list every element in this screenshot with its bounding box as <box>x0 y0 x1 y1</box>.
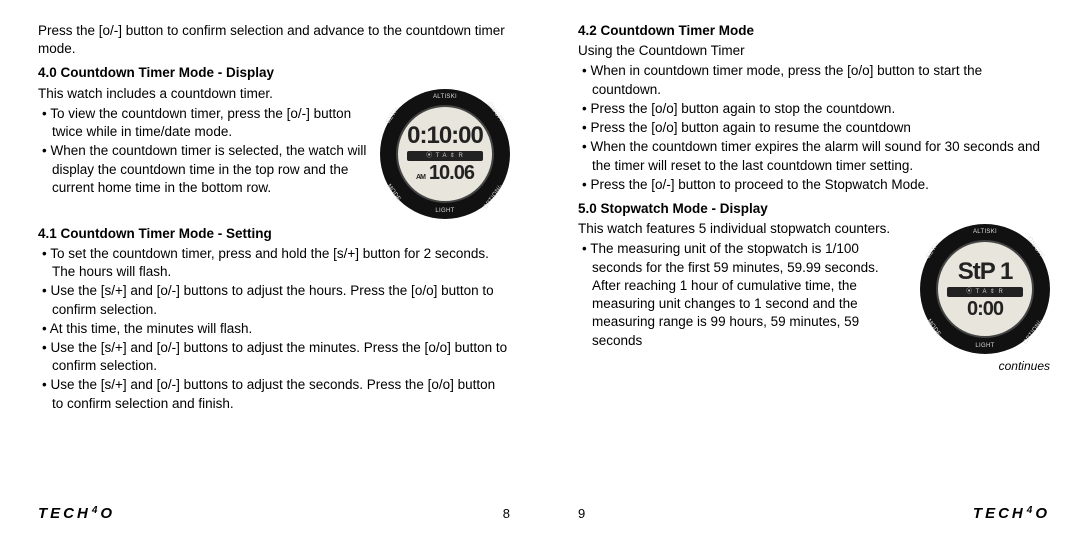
heading-4-0: 4.0 Countdown Timer Mode - Display <box>38 64 510 82</box>
intro-text: Press the [o/-] button to confirm select… <box>38 22 510 58</box>
brand-logo: TECH4O <box>973 504 1050 524</box>
watch-face: ALTISKI LIGHT SET/+ ON/OFF MODE OPTION/-… <box>380 89 510 219</box>
watch-label-altiski: ALTISKI <box>973 228 997 236</box>
section-5-0: ALTISKI LIGHT SET/+ ON/OFF MODE OPTION/-… <box>578 220 1050 354</box>
watch-lcd-row1: 0:10:00 <box>407 124 483 148</box>
heading-5-0: 5.0 Stopwatch Mode - Display <box>578 200 1050 218</box>
section-4-1-list: To set the countdown timer, press and ho… <box>38 245 510 413</box>
watch-label-light: LIGHT <box>435 207 454 215</box>
list-item: At this time, the minutes will flash. <box>38 320 510 338</box>
watch-time-value: 10.06 <box>429 163 474 183</box>
watch-label-mode: MODE <box>925 318 943 338</box>
watch-label-set: SET/+ <box>385 105 402 125</box>
watch-lcd-row1: StP 1 <box>958 260 1013 284</box>
watch-lcd-row2: AM 10.06 <box>416 163 474 183</box>
watch-label-option: OPTION/- <box>1022 318 1045 346</box>
page-footer: TECH4O 8 <box>38 504 510 524</box>
logo-o: O <box>1035 504 1050 524</box>
list-item: Press the [o/o] button again to stop the… <box>578 100 1050 118</box>
watch-label-altiski: ALTISKI <box>433 93 457 101</box>
watch-label-mode: MODE <box>385 182 403 202</box>
watch-label-onoff: ON/OFF <box>1025 236 1046 261</box>
list-item: Use the [s/+] and [o/-] buttons to adjus… <box>38 376 510 412</box>
watch-face: ALTISKI LIGHT SET/+ ON/OFF MODE OPTION/-… <box>920 224 1050 354</box>
logo-o: O <box>100 504 115 524</box>
section-4-2-list: When in countdown timer mode, press the … <box>578 62 1050 194</box>
continues-text: continues <box>578 358 1050 374</box>
brand-logo: TECH4O <box>38 504 115 524</box>
logo-sup: 4 <box>1027 504 1036 518</box>
manual-page-left: Press the [o/-] button to confirm select… <box>0 0 540 540</box>
page-number: 8 <box>503 505 510 523</box>
heading-4-1: 4.1 Countdown Timer Mode - Setting <box>38 225 510 243</box>
watch-time-value: 0:00 <box>967 299 1003 319</box>
list-item: When in countdown timer mode, press the … <box>578 62 1050 98</box>
watch-label-set: SET/+ <box>925 241 942 261</box>
watch-am-indicator: AM <box>416 174 425 181</box>
watch-lcd: StP 1 ⦿ T A ⇕ R 0:00 <box>936 240 1034 338</box>
list-item: Use the [s/+] and [o/-] buttons to adjus… <box>38 339 510 375</box>
logo-text: TECH <box>38 504 91 524</box>
list-item: Press the [o/o] button again to resume t… <box>578 119 1050 137</box>
watch-illustration: ALTISKI LIGHT SET/+ ON/OFF MODE OPTION/-… <box>920 224 1050 354</box>
watch-lcd-band: ⦿ T A ⇕ R <box>947 287 1022 297</box>
watch-label-option: OPTION/- <box>482 182 505 210</box>
page-footer: 9 TECH4O <box>578 504 1050 524</box>
section-4-0: ALTISKI LIGHT SET/+ ON/OFF MODE OPTION/-… <box>38 85 510 219</box>
list-item: To set the countdown timer, press and ho… <box>38 245 510 281</box>
logo-text: TECH <box>973 504 1026 524</box>
logo-sup: 4 <box>92 504 101 518</box>
watch-lcd-band: ⦿ T A ⇕ R <box>407 151 482 161</box>
manual-page-right: 4.2 Countdown Timer Mode Using the Count… <box>540 0 1080 540</box>
page-body: 4.2 Countdown Timer Mode Using the Count… <box>578 22 1050 496</box>
watch-lcd: 0:10:00 ⦿ T A ⇕ R AM 10.06 <box>396 105 494 203</box>
watch-illustration: ALTISKI LIGHT SET/+ ON/OFF MODE OPTION/-… <box>380 89 510 219</box>
list-item: Use the [s/+] and [o/-] buttons to adjus… <box>38 282 510 318</box>
watch-lcd-row2: 0:00 <box>967 299 1003 319</box>
watch-label-light: LIGHT <box>975 342 994 350</box>
heading-4-2: 4.2 Countdown Timer Mode <box>578 22 1050 40</box>
page-number: 9 <box>578 505 585 523</box>
watch-label-onoff: ON/OFF <box>485 100 506 125</box>
section-4-2-text: Using the Countdown Timer <box>578 42 1050 60</box>
list-item: Press the [o/-] button to proceed to the… <box>578 176 1050 194</box>
page-body: Press the [o/-] button to confirm select… <box>38 22 510 496</box>
list-item: When the countdown timer expires the ala… <box>578 138 1050 174</box>
